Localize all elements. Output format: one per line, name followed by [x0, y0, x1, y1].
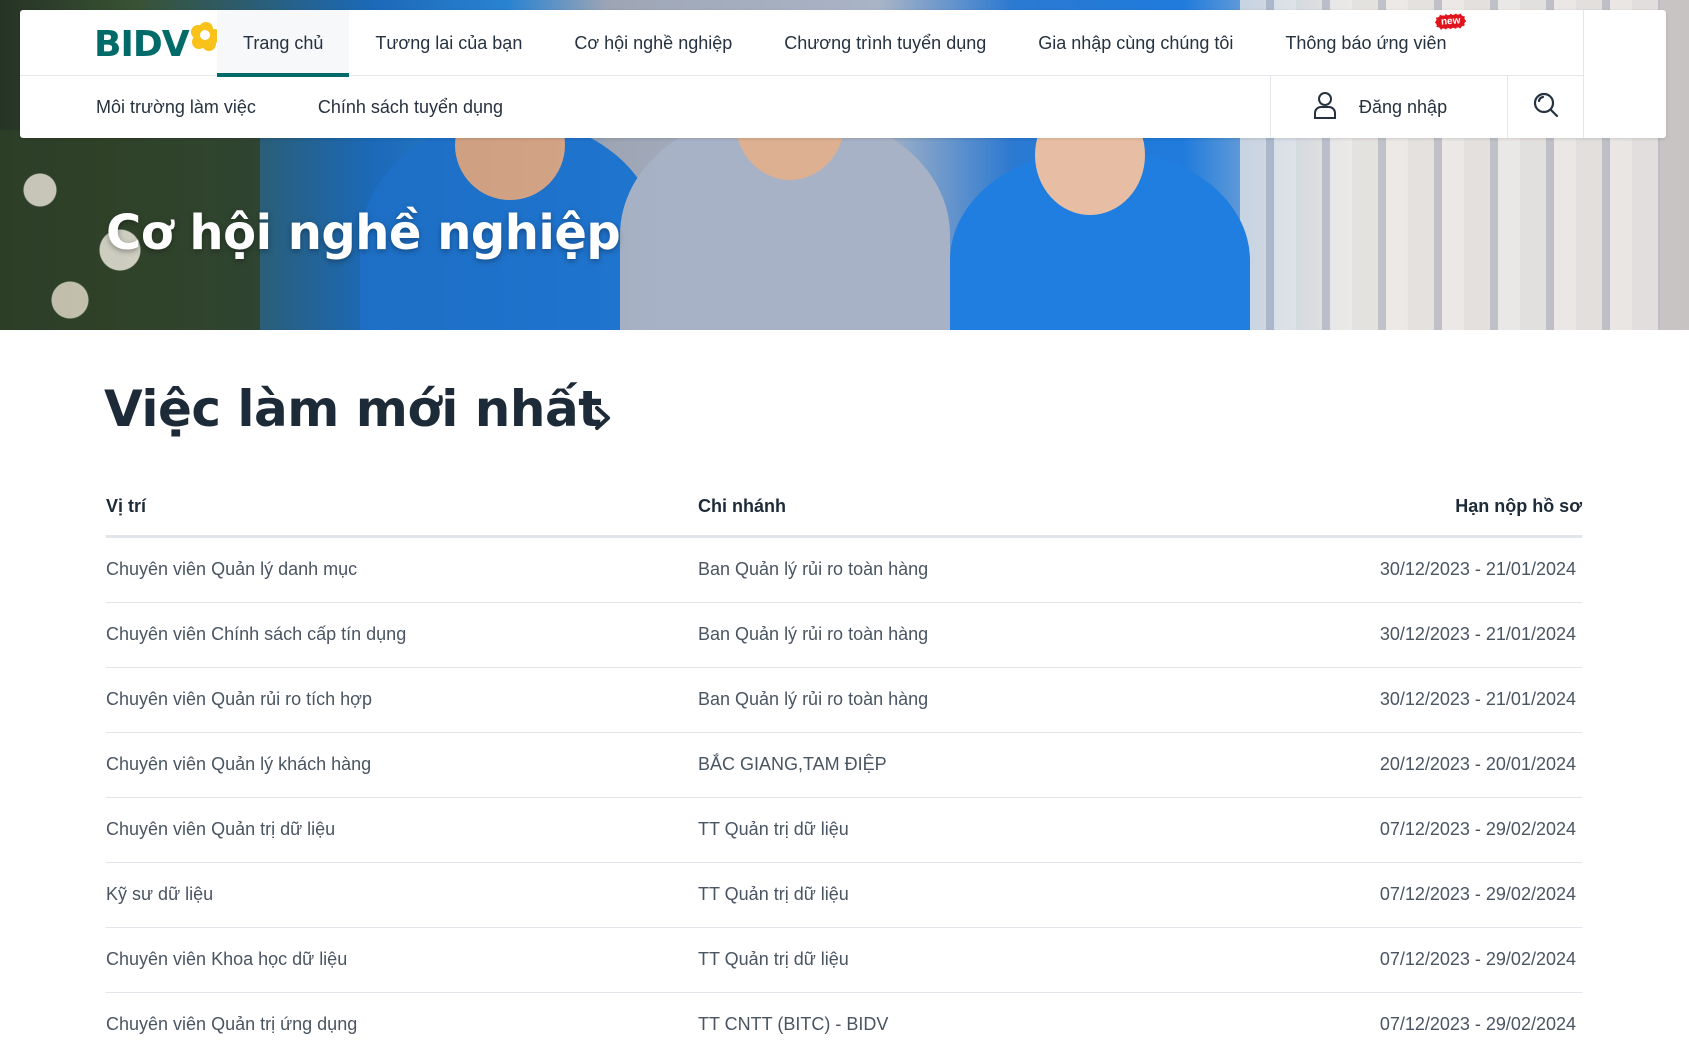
nav-item-trang-chu[interactable]: Trang chủ — [217, 10, 350, 77]
subnav-item-moi-truong[interactable]: Môi trường làm việc — [96, 97, 256, 118]
job-position[interactable]: Chuyên viên Quản trị dữ liệu — [106, 819, 335, 840]
user-icon — [1313, 91, 1337, 124]
nav-item-label: Cơ hội nghề nghiệp — [574, 32, 733, 53]
nav-item-label: Chương trình tuyển dụng — [784, 32, 987, 53]
header-divider — [1583, 10, 1584, 138]
main-nav: Trang chủ Tương lai của bạn Cơ hội nghề … — [217, 10, 1473, 77]
nav-item-label: Gia nhập cùng chúng tôi — [1038, 32, 1234, 53]
hero-title: Cơ hội nghề nghiệp — [106, 205, 621, 261]
column-header-branch: Chi nhánh — [698, 496, 786, 516]
job-branch: TT Quản trị dữ liệu — [698, 884, 849, 904]
job-position[interactable]: Chuyên viên Quản rủi ro tích hợp — [106, 689, 372, 710]
job-position[interactable]: Kỹ sư dữ liệu — [106, 884, 213, 905]
section-title[interactable]: Việc làm mới nhất — [104, 380, 602, 438]
table-row[interactable]: Chuyên viên Quản trị ứng dụng TT CNTT (B… — [106, 993, 1582, 1051]
job-position[interactable]: Chuyên viên Khoa học dữ liệu — [106, 949, 347, 970]
table-row[interactable]: Chuyên viên Quản lý khách hàng BẮC GIANG… — [106, 733, 1582, 798]
nav-item-label: Tương lai của bạn — [375, 32, 523, 53]
job-deadline: 07/12/2023 - 29/02/2024 — [1379, 949, 1576, 969]
table-row[interactable]: Chuyên viên Quản lý danh mục Ban Quản lý… — [106, 538, 1582, 603]
table-row[interactable]: Chuyên viên Khoa học dữ liệu TT Quản trị… — [106, 928, 1582, 993]
job-branch: TT CNTT (BITC) - BIDV — [698, 1014, 889, 1034]
subnav-item-chinh-sach[interactable]: Chính sách tuyển dụng — [318, 97, 503, 118]
logo-text: BIDV — [94, 23, 190, 65]
table-row[interactable]: Chuyên viên Chính sách cấp tín dụng Ban … — [106, 603, 1582, 668]
column-header-deadline: Hạn nộp hồ sơ — [1455, 496, 1582, 516]
table-row[interactable]: Kỹ sư dữ liệu TT Quản trị dữ liệu 07/12/… — [106, 863, 1582, 928]
nav-item-label: Trang chủ — [243, 32, 324, 53]
bidv-logo[interactable]: BIDV — [94, 22, 221, 65]
chevron-right-icon[interactable] — [590, 400, 616, 436]
table-row[interactable]: Chuyên viên Quản rủi ro tích hợp Ban Quả… — [106, 668, 1582, 733]
job-deadline: 07/12/2023 - 29/02/2024 — [1379, 819, 1576, 839]
table-row[interactable]: Chuyên viên Quản trị dữ liệu TT Quản trị… — [106, 798, 1582, 863]
nav-item-gia-nhap[interactable]: Gia nhập cùng chúng tôi — [1012, 10, 1259, 76]
column-header-position: Vị trí — [106, 496, 147, 516]
search-icon — [1532, 91, 1560, 124]
job-deadline: 07/12/2023 - 29/02/2024 — [1379, 1014, 1576, 1034]
job-position[interactable]: Chuyên viên Chính sách cấp tín dụng — [106, 624, 406, 645]
new-badge: new — [1434, 12, 1468, 31]
nav-item-chuong-trinh[interactable]: Chương trình tuyển dụng — [758, 10, 1012, 76]
nav-item-label: Thông báo ứng viên — [1285, 32, 1447, 53]
nav-item-co-hoi[interactable]: Cơ hội nghề nghiệp — [548, 10, 758, 76]
site-header: BIDV Trang chủ Tương lai của bạn Cơ hội … — [20, 10, 1666, 138]
main-nav-row: BIDV Trang chủ Tương lai của bạn Cơ hội … — [20, 10, 1583, 77]
job-deadline: 30/12/2023 - 21/01/2024 — [1379, 624, 1576, 644]
job-position[interactable]: Chuyên viên Quản trị ứng dụng — [106, 1014, 357, 1035]
sub-nav-row: Môi trường làm việc Chính sách tuyển dụn… — [20, 76, 1583, 138]
table-header: Vị trí Chi nhánh Hạn nộp hồ sơ — [106, 480, 1582, 538]
login-button[interactable]: Đăng nhập — [1270, 76, 1508, 138]
job-position[interactable]: Chuyên viên Quản lý danh mục — [106, 559, 357, 580]
job-deadline: 07/12/2023 - 29/02/2024 — [1379, 884, 1576, 904]
job-deadline: 30/12/2023 - 21/01/2024 — [1379, 559, 1576, 579]
job-branch: TT Quản trị dữ liệu — [698, 949, 849, 969]
sub-nav: Môi trường làm việc Chính sách tuyển dụn… — [96, 76, 503, 138]
job-deadline: 20/12/2023 - 20/01/2024 — [1379, 754, 1576, 774]
nav-item-thong-bao[interactable]: Thông báo ứng viên new — [1259, 10, 1472, 76]
login-label: Đăng nhập — [1359, 96, 1448, 117]
job-branch: Ban Quản lý rủi ro toàn hàng — [698, 689, 929, 709]
job-branch: TT Quản trị dữ liệu — [698, 819, 849, 839]
nav-item-tuong-lai[interactable]: Tương lai của bạn — [349, 10, 548, 76]
job-branch: Ban Quản lý rủi ro toàn hàng — [698, 624, 929, 644]
search-button[interactable] — [1508, 76, 1583, 138]
job-branch: Ban Quản lý rủi ro toàn hàng — [698, 559, 929, 579]
jobs-table: Vị trí Chi nhánh Hạn nộp hồ sơ Chuyên vi… — [106, 480, 1582, 1051]
job-position[interactable]: Chuyên viên Quản lý khách hàng — [106, 754, 371, 775]
job-branch: BẮC GIANG,TAM ĐIỆP — [698, 754, 887, 774]
job-deadline: 30/12/2023 - 21/01/2024 — [1379, 689, 1576, 709]
